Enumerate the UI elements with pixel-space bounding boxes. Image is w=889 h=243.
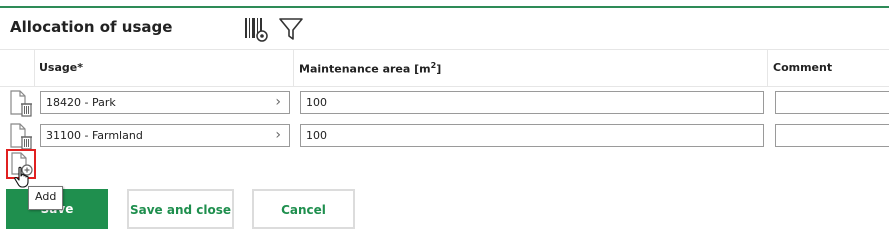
usage-select[interactable]: 31100 - Farmland ›	[40, 124, 290, 147]
maintenance-area-input[interactable]: 100	[300, 91, 764, 114]
header-divider	[0, 49, 889, 50]
filter-icon[interactable]	[278, 15, 304, 43]
chevron-right-icon[interactable]: ›	[275, 125, 281, 146]
chevron-right-icon[interactable]: ›	[275, 92, 281, 113]
column-divider	[34, 49, 35, 86]
maintenance-area-input[interactable]: 100	[300, 124, 764, 147]
column-header-maintenance-area: Maintenance area [m2]	[299, 61, 442, 76]
comment-input[interactable]	[775, 124, 889, 147]
cancel-button[interactable]: Cancel	[252, 189, 355, 229]
column-header-usage: Usage*	[39, 61, 83, 74]
usage-value: 18420 - Park	[46, 96, 116, 109]
column-divider	[767, 49, 768, 86]
delete-row-icon[interactable]	[9, 123, 33, 151]
top-accent-rule	[0, 6, 889, 8]
page-title: Allocation of usage	[10, 18, 173, 36]
save-and-close-button[interactable]: Save and close	[127, 189, 234, 229]
column-header-divider	[0, 86, 889, 87]
comment-input[interactable]	[775, 91, 889, 114]
hand-cursor-icon	[14, 166, 29, 188]
usage-select[interactable]: 18420 - Park ›	[40, 91, 290, 114]
column-header-comment: Comment	[773, 61, 833, 74]
add-tooltip: Add	[28, 186, 64, 210]
delete-row-icon[interactable]	[9, 90, 33, 118]
column-divider	[293, 49, 294, 86]
barcode-settings-icon[interactable]	[244, 15, 270, 43]
usage-value: 31100 - Farmland	[46, 129, 143, 142]
